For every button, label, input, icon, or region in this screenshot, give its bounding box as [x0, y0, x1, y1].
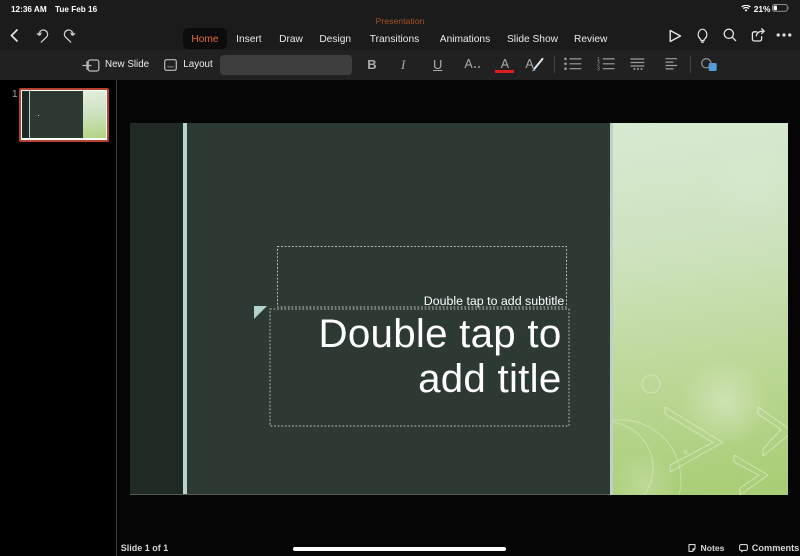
svg-text:3: 3: [597, 67, 600, 71]
